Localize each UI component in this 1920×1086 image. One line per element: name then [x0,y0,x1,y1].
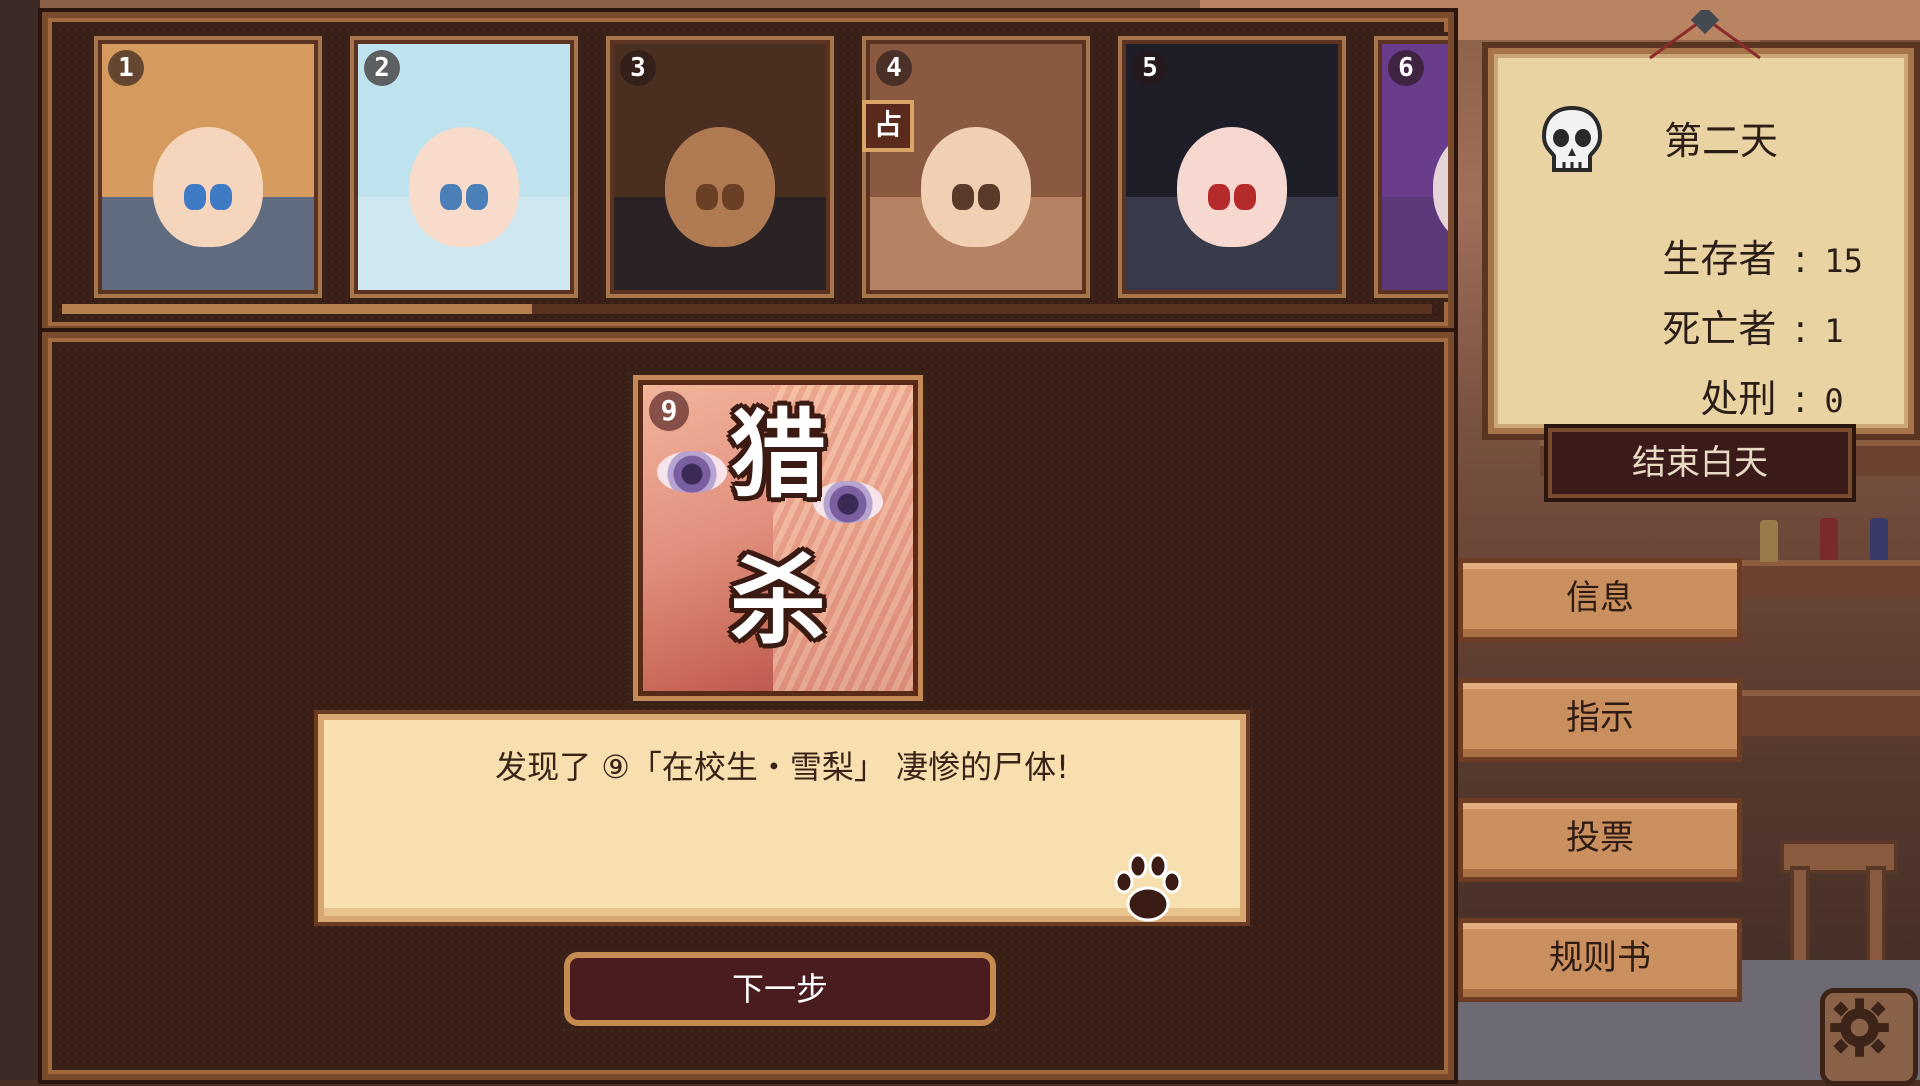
portrait-eye [1207,184,1230,211]
portrait-number: 5 [1132,50,1168,86]
portrait-eye [439,184,462,211]
portrait-face [409,126,519,247]
message-text: 发现了 ⑨「在校生・雪梨」 凄惨的尸体! [495,748,1069,786]
portrait-eye [210,184,233,211]
skull-icon [1541,105,1603,172]
settings-button[interactable] [1820,988,1918,1086]
portrait-number: 4 [876,50,912,86]
portrait-eye [183,184,206,211]
portrait-card[interactable]: 5 [1122,40,1342,294]
portrait-number: 2 [364,50,400,86]
portrait-card[interactable]: 3 [610,40,830,294]
portrait-card[interactable]: 6 [1378,40,1448,294]
executed-value: 0 [1824,382,1844,420]
portrait-face [153,126,263,247]
portrait-card[interactable]: 1 [98,40,318,294]
portrait-card[interactable]: 4占 [862,40,1086,294]
portrait-scrollbar-thumb[interactable] [62,304,532,314]
portrait-eye [695,184,718,211]
message-box[interactable]: 发现了 ⑨「在校生・雪梨」 凄惨的尸体! [318,714,1246,922]
portrait-eye [722,184,745,211]
gear-icon [1830,998,1889,1057]
paw-icon[interactable] [1106,846,1190,930]
event-card-title-2: 杀 [730,545,826,657]
instructions-button[interactable]: 指示 [1458,678,1742,762]
portrait-eye [978,184,1001,211]
stat-colon: : [1793,377,1807,421]
portrait-face [1177,126,1287,247]
rulebook-button[interactable]: 规则书 [1458,918,1742,1002]
event-card: 9 猎 杀 [638,380,918,696]
end-day-button[interactable]: 结束白天 [1548,428,1852,498]
main-panel: 9 猎 杀 发现了 ⑨「在校生・雪梨」 凄惨的尸体! 下一步 [42,332,1454,1080]
portrait-eye [1234,184,1257,211]
day-status-panel: 第二天 生存者:15 死亡者:1 处刑:0 [1488,10,1914,434]
portrait-card[interactable]: 2 [354,40,574,294]
portrait-face [921,126,1031,247]
event-card-title-1: 猎 [730,399,826,511]
executed-label: 处刑 [1700,377,1777,421]
portrait-number: 6 [1388,50,1424,86]
portrait-number: 3 [620,50,656,86]
next-button[interactable]: 下一步 [564,952,996,1026]
portrait-eye [466,184,489,211]
portrait-number: 1 [108,50,144,86]
portrait-bar: 1234占56 [42,12,1454,332]
card-art-eye-left [657,451,727,493]
portrait-eye [951,184,974,211]
day-title: 第二天 [1664,119,1779,163]
vote-button[interactable]: 投票 [1458,798,1742,882]
hanging-rope-icon [1649,10,1761,60]
event-card-number: 9 [649,391,689,431]
portrait-face [665,126,775,247]
role-tag: 占 [862,100,914,152]
info-button[interactable]: 信息 [1458,558,1742,642]
